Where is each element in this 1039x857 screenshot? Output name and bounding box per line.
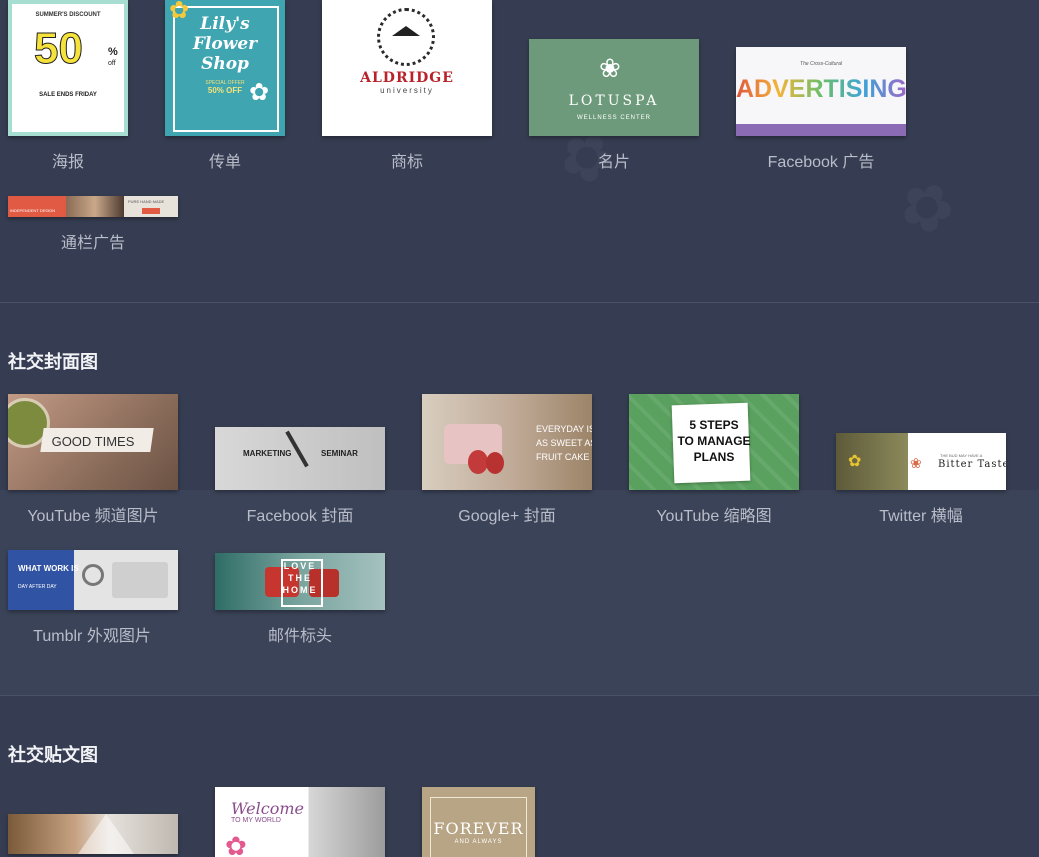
sunflower-icon: ✿ (169, 0, 190, 24)
banner-photo (66, 196, 124, 217)
yt-thumb-line-1: 5 STEPS (689, 418, 739, 432)
caption-logo[interactable]: 商标 (391, 148, 423, 172)
fb-ad-footer-bar (736, 124, 906, 136)
caption-poster[interactable]: 海报 (52, 148, 84, 172)
banner-left-text: INDEPENDENT DESIGN (10, 208, 56, 213)
poster-thumbnail[interactable]: SUMMER'S DISCOUNT 50 % off SALE ENDS FRI… (8, 0, 128, 136)
facebook-ad-thumbnail[interactable]: The Cross-Cultural ADVERTISING (736, 47, 906, 136)
caption-business-card[interactable]: 名片 (598, 148, 630, 172)
gplus-line-3: FRUIT CAKE (536, 452, 590, 462)
social-post-heading: 社交贴文图 (8, 745, 98, 766)
logo-subtitle: university (380, 86, 434, 95)
poster-number: 50 (34, 24, 84, 74)
twitter-tagline: THE BUD MAY HAVE A (940, 453, 983, 458)
email-line-3: HOME (282, 585, 318, 595)
email-header-thumbnail[interactable]: LOVE THE HOME (215, 553, 385, 610)
social-cover-heading: 社交封面图 (8, 352, 98, 373)
social-post-thumbnail-3[interactable]: FOREVER AND ALWAYS (422, 787, 535, 857)
caption-banner-ad[interactable]: 通栏广告 (61, 229, 125, 253)
email-line-1: LOVE (283, 561, 317, 571)
youtube-channel-text: GOOD TIMES (51, 434, 135, 449)
poster-off: off (108, 60, 116, 67)
fb-cover-left-text: MARKETING (243, 449, 292, 458)
tumblr-line-1: WHAT WORK IS (18, 564, 79, 573)
section-divider (0, 695, 1039, 696)
logo-name: ALDRIDGE (360, 70, 454, 86)
social-post-thumbnail-2[interactable]: Welcome TO MY WORLD ✿ (215, 787, 385, 857)
caption-youtube-thumbnail[interactable]: YouTube 缩略图 (656, 502, 771, 526)
laptop-icon (112, 562, 168, 598)
fb-cover-right-text: SEMINAR (321, 449, 358, 458)
business-card-thumbnail[interactable]: ❀ LOTUSPA WELLNESS CENTER (529, 39, 699, 136)
fb-ad-title: ADVERTISING (736, 75, 906, 103)
yt-thumb-line-3: PLANS (693, 450, 735, 464)
flower-icon: ✿ (848, 453, 862, 470)
banner-right-panel: PURE HAND MADE (124, 196, 178, 217)
headphones-icon (82, 564, 104, 586)
caption-tumblr[interactable]: Tumblr 外观图片 (33, 622, 151, 646)
caption-email-header[interactable]: 邮件标头 (268, 622, 332, 646)
google-plus-cover-thumbnail[interactable]: EVERYDAY IS AS SWEET AS FRUIT CAKE (422, 394, 592, 490)
gplus-line-1: EVERYDAY IS (536, 424, 592, 434)
daisy-icon: ✿ (249, 79, 270, 106)
facebook-cover-thumbnail[interactable]: MARKETING SEMINAR (215, 427, 385, 490)
banner-left-panel: INDEPENDENT DESIGN (8, 196, 66, 217)
twitter-photo (836, 433, 908, 490)
caption-twitter-banner[interactable]: Twitter 横幅 (879, 502, 963, 526)
youtube-channel-thumbnail[interactable]: GOOD TIMES (8, 394, 178, 490)
card-name: LOTUSPA (568, 93, 660, 109)
graduation-cap-icon (392, 26, 420, 36)
caption-google-plus-cover[interactable]: Google+ 封面 (458, 502, 555, 526)
forever-subtitle: AND ALWAYS (454, 839, 503, 845)
caption-facebook-cover[interactable]: Facebook 封面 (247, 502, 354, 526)
flyer-title-3: Shop (201, 54, 249, 74)
poster-footer: SALE ENDS FRIDAY (39, 92, 97, 98)
gerbera-icon: ✿ (225, 831, 247, 857)
tumblr-thumbnail[interactable]: WHAT WORK IS DAY AFTER DAY (8, 550, 178, 610)
caption-facebook-ad[interactable]: Facebook 广告 (768, 148, 875, 172)
forever-title: FOREVER (433, 819, 524, 838)
strawberry-icon (486, 452, 504, 474)
card-subtitle: WELLNESS CENTER (576, 115, 651, 121)
banner-cta-button (142, 208, 160, 214)
banner-right-text: PURE HAND MADE (128, 199, 165, 204)
youtube-thumbnail-thumbnail[interactable]: 5 STEPS TO MANAGE PLANS (629, 394, 799, 490)
email-line-2: THE (288, 573, 312, 583)
gplus-line-2: AS SWEET AS (536, 438, 592, 448)
poster-heading: SUMMER'S DISCOUNT (35, 12, 101, 18)
watermark: ✿ (881, 162, 972, 253)
banner-ad-thumbnail[interactable]: INDEPENDENT DESIGN PURE HAND MADE (8, 196, 178, 217)
caption-youtube-channel[interactable]: YouTube 频道图片 (27, 502, 158, 526)
laurel-icon (377, 8, 435, 66)
welcome-subtitle: TO MY WORLD (231, 817, 281, 824)
flyer-title-2: Flower (192, 34, 258, 54)
section-divider (0, 302, 1039, 303)
geometric-overlay (78, 814, 134, 854)
twitter-title: Bitter Taste (938, 459, 1006, 470)
flyer-thumbnail[interactable]: Lily's Flower Shop SPECIAL OFFER 50% OFF… (165, 0, 285, 136)
fb-ad-tagline: The Cross-Cultural (800, 61, 842, 67)
social-post-thumbnail-1[interactable] (8, 814, 178, 854)
caption-flyer[interactable]: 传单 (209, 148, 241, 172)
strawberry-icon (468, 450, 488, 474)
poster-percent: % (108, 46, 118, 58)
bud-icon: ❀ (910, 455, 922, 471)
yt-thumb-line-2: TO MANAGE (677, 434, 751, 448)
tumblr-left-panel: WHAT WORK IS DAY AFTER DAY (8, 550, 79, 610)
logo-thumbnail[interactable]: ALDRIDGE university (322, 0, 492, 136)
welcome-title: Welcome (231, 799, 304, 818)
twitter-banner-thumbnail[interactable]: ✿ ❀ THE BUD MAY HAVE A Bitter Taste (836, 433, 1006, 490)
lotus-icon: ❀ (599, 53, 621, 83)
tumblr-line-2: DAY AFTER DAY (18, 584, 57, 590)
